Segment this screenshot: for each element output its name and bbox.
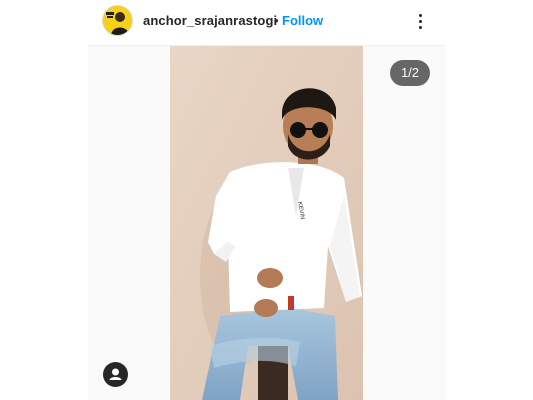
- post-header: anchor_srajanrastogi • Follow: [88, 0, 445, 46]
- username-link[interactable]: anchor_srajanrastogi: [143, 13, 277, 28]
- post-photo: KEVIN: [170, 46, 363, 400]
- profile-avatar[interactable]: [103, 6, 132, 35]
- follow-button[interactable]: Follow: [282, 13, 323, 28]
- user-tag-icon[interactable]: [103, 362, 128, 387]
- carousel-counter: 1/2: [390, 60, 430, 86]
- post-media[interactable]: KEVIN 1/2: [88, 46, 445, 400]
- separator-dot: •: [274, 13, 279, 28]
- more-options-icon[interactable]: [411, 11, 429, 31]
